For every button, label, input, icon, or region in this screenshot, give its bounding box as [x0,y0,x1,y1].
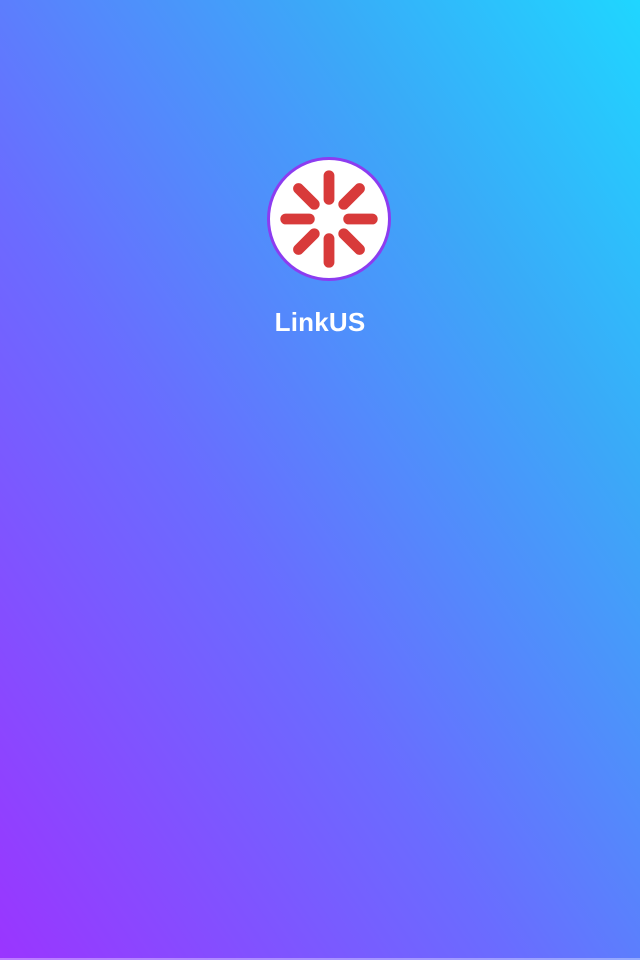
splash-screen: LinkUS [0,0,640,960]
app-name: LinkUS [274,307,366,337]
spinner-burst-icon [280,170,378,268]
app-logo [267,157,391,281]
